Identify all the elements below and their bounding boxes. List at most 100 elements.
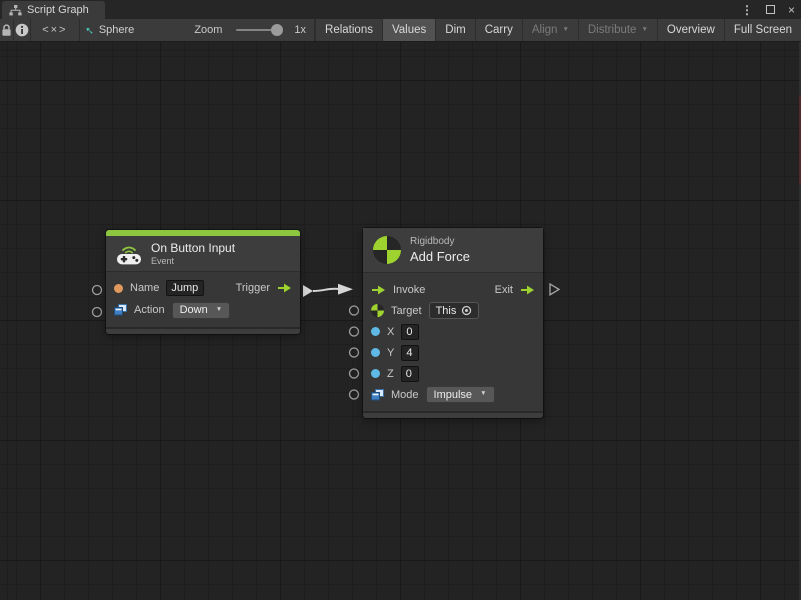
exit-port-triangle[interactable] — [550, 284, 559, 295]
full-screen-button[interactable]: Full Screen — [725, 19, 801, 41]
input-port-circle[interactable] — [350, 327, 359, 336]
trigger-output-port-icon[interactable] — [277, 283, 292, 293]
name-row: Name Trigger — [114, 277, 292, 299]
code-icon: <×> — [42, 24, 67, 36]
mode-dropdown[interactable]: Impulse ▼ — [426, 386, 495, 403]
wire-start-triangle[interactable] — [303, 285, 313, 297]
chevron-down-icon: ▼ — [216, 307, 222, 314]
y-label: Y — [387, 347, 394, 359]
x-label: X — [387, 326, 394, 338]
relations-button[interactable]: Relations — [316, 19, 383, 41]
exit-output-port-icon[interactable] — [520, 285, 535, 295]
z-row: Z — [371, 363, 535, 384]
input-port-circle[interactable] — [350, 348, 359, 357]
x-input[interactable] — [401, 324, 419, 340]
input-port-circle[interactable] — [350, 369, 359, 378]
graph-target-label[interactable]: Sphere — [99, 24, 134, 36]
carry-button[interactable]: Carry — [476, 19, 523, 41]
node-header[interactable]: Rigidbody Add Force — [363, 228, 543, 273]
graph-breadcrumb: Sphere Zoom 1x — [80, 19, 315, 41]
y-input[interactable] — [401, 345, 419, 361]
tab-label: Script Graph — [27, 4, 89, 16]
overview-button[interactable]: Overview — [658, 19, 725, 41]
window-controls: ⋮ × — [741, 0, 795, 19]
node-body: Name Trigger Action — [106, 272, 300, 327]
invoke-label: Invoke — [393, 284, 425, 296]
y-row: Y — [371, 342, 535, 363]
graph-icon — [9, 5, 22, 16]
target-label: Target — [391, 305, 422, 317]
chevron-down-icon: ▼ — [641, 27, 647, 34]
code-view-button[interactable]: <×> — [31, 19, 80, 41]
node-titles: Rigidbody Add Force — [410, 236, 470, 264]
node-title: Add Force — [410, 249, 470, 264]
input-port-circle[interactable] — [93, 286, 102, 295]
node-footer — [363, 411, 543, 418]
chevron-down-icon: ▼ — [562, 27, 568, 34]
align-dropdown-button: Align▼ — [523, 19, 579, 41]
node-subtitle: Rigidbody — [410, 236, 470, 247]
number-port-dot[interactable] — [371, 348, 380, 357]
tab-script-graph[interactable]: Script Graph — [2, 1, 105, 19]
node-header[interactable]: On Button Input Event — [106, 236, 300, 272]
graph-pointer-icon — [86, 24, 93, 37]
target-self-chip[interactable]: This — [429, 302, 480, 319]
exit-label: Exit — [495, 284, 513, 296]
invoke-input-port-icon[interactable] — [371, 285, 386, 295]
name-label: Name — [130, 282, 159, 294]
number-port-dot[interactable] — [371, 327, 380, 336]
rigidbody-port-icon[interactable] — [371, 304, 384, 317]
maximize-icon[interactable] — [766, 4, 775, 16]
zoom-value: 1x — [294, 24, 306, 36]
lock-icon — [1, 24, 12, 37]
zoom-slider[interactable] — [236, 29, 280, 31]
close-icon[interactable]: × — [788, 4, 795, 16]
node-footer — [106, 327, 300, 334]
mode-row: Mode Impulse ▼ — [371, 384, 535, 405]
trigger-label: Trigger — [236, 282, 270, 294]
chevron-down-icon: ▼ — [480, 391, 486, 398]
input-port-circle[interactable] — [350, 390, 359, 399]
target-picker-icon — [461, 305, 472, 316]
dim-button[interactable]: Dim — [436, 19, 475, 41]
string-port-dot[interactable] — [114, 284, 123, 293]
zoom-slider-thumb[interactable] — [271, 24, 283, 36]
distribute-dropdown-button: Distribute▼ — [579, 19, 658, 41]
action-row: Action Down ▼ — [114, 299, 292, 321]
info-icon — [15, 23, 29, 37]
lock-button[interactable] — [0, 19, 14, 41]
enum-icon — [371, 389, 384, 401]
action-label: Action — [134, 304, 165, 316]
zoom-label: Zoom — [194, 24, 222, 36]
node-body: Invoke Exit Target — [363, 273, 543, 411]
rigidbody-icon — [373, 236, 401, 264]
input-port-circle[interactable] — [93, 308, 102, 317]
node-title: On Button Input — [151, 241, 235, 255]
mode-label: Mode — [391, 389, 419, 401]
connection-wire[interactable] — [313, 289, 339, 291]
number-port-dot[interactable] — [371, 369, 380, 378]
graph-toolbar: <×> Sphere Zoom 1x Relations Values Dim … — [0, 19, 801, 42]
node-on-button-input[interactable]: On Button Input Event Name Trigger — [106, 230, 300, 334]
wire-arrowhead — [338, 284, 353, 295]
values-button[interactable]: Values — [383, 19, 436, 41]
info-button[interactable] — [14, 19, 31, 41]
action-dropdown[interactable]: Down ▼ — [172, 302, 231, 319]
input-port-circle[interactable] — [350, 306, 359, 315]
target-row: Target This — [371, 300, 535, 321]
menu-icon[interactable]: ⋮ — [741, 4, 753, 16]
node-titles: On Button Input Event — [151, 241, 235, 266]
graph-canvas[interactable]: On Button Input Event Name Trigger — [0, 42, 801, 600]
toolbar-buttons: Relations Values Dim Carry Align▼ Distri… — [315, 19, 801, 41]
x-row: X — [371, 321, 535, 342]
enum-icon — [114, 304, 127, 316]
tab-bar: Script Graph ⋮ × — [0, 0, 801, 19]
name-input[interactable] — [166, 280, 204, 296]
invoke-row: Invoke Exit — [371, 279, 535, 300]
z-input[interactable] — [401, 366, 419, 382]
gamepad-icon — [116, 243, 142, 265]
z-label: Z — [387, 368, 394, 380]
node-subtitle: Event — [151, 256, 235, 266]
node-add-force[interactable]: Rigidbody Add Force Invoke Exit — [363, 228, 543, 418]
script-graph-window: Script Graph ⋮ × <×> — [0, 0, 801, 600]
